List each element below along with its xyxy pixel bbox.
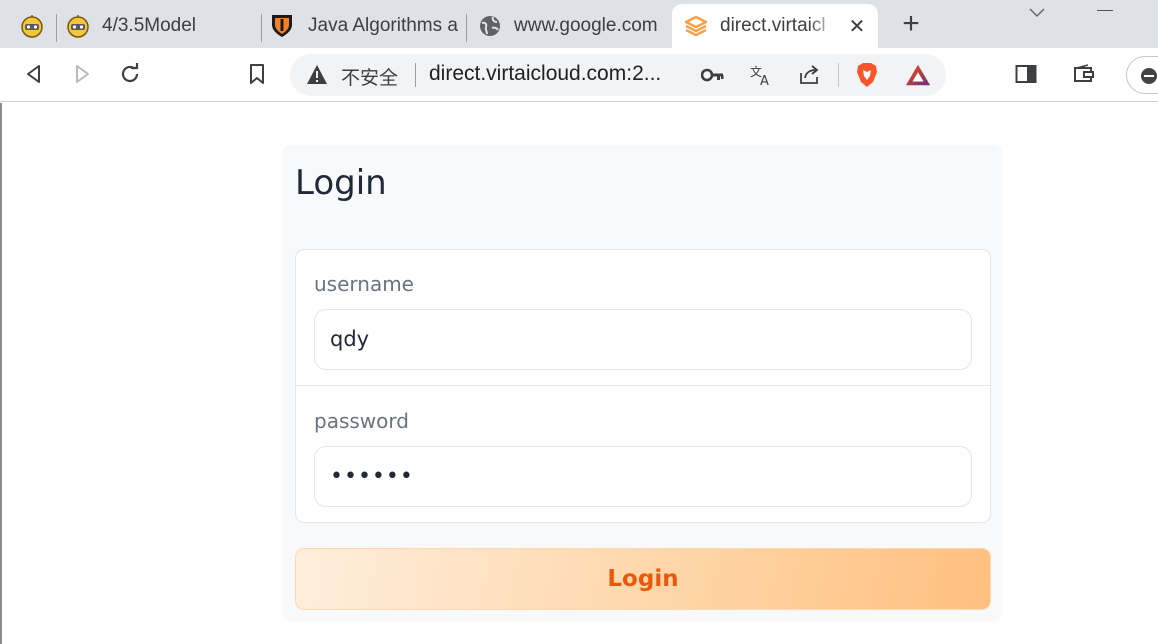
back-button[interactable] (20, 60, 48, 88)
tab-google[interactable]: www.google.com (476, 4, 666, 48)
paused-profile-icon (1141, 68, 1157, 84)
warning-icon[interactable] (306, 64, 328, 86)
tab-label: www.google.com (514, 15, 658, 36)
login-form: username qdy password •••••• (295, 249, 991, 523)
minimize-window-icon[interactable] (1097, 10, 1113, 11)
key-icon[interactable] (700, 62, 726, 88)
omnibox-divider (415, 63, 416, 87)
share-icon[interactable] (796, 62, 822, 88)
url-text[interactable]: direct.virtaicloud.com:2... (429, 62, 699, 86)
robot-favicon-icon (18, 12, 46, 40)
profile-button[interactable] (1126, 56, 1158, 94)
security-status-text[interactable]: 不安全 (341, 63, 398, 90)
browser-toolbar: 不安全 direct.virtaicloud.com:2... 文A (0, 48, 1158, 102)
username-label: username (314, 272, 414, 296)
login-card: Login username qdy password •••••• Login (282, 145, 1002, 621)
tab-divider (261, 14, 262, 42)
page-viewport: Login username qdy password •••••• Login (0, 103, 1158, 644)
password-label: password (314, 409, 409, 433)
tab-label: direct.virtaicl (720, 15, 826, 36)
forward-arrow-icon (76, 65, 89, 83)
login-button[interactable]: Login (295, 548, 991, 610)
brave-rewards-icon[interactable] (905, 62, 931, 88)
omnibox-divider (838, 63, 839, 87)
tab-robot-1[interactable] (18, 4, 54, 48)
globe-icon (476, 12, 504, 40)
password-input[interactable]: •••••• (314, 446, 972, 507)
shield-crest-favicon-icon (268, 12, 296, 40)
translate-icon[interactable]: 文A (748, 62, 774, 88)
bookmark-button[interactable] (243, 60, 271, 88)
robot-favicon-icon (64, 12, 92, 40)
svg-text:A: A (760, 74, 769, 87)
brave-shields-icon[interactable] (854, 62, 880, 88)
tab-divider (466, 14, 467, 42)
tab-label: Java Algorithms a (308, 15, 458, 36)
tab-label: 4/3.5Model (102, 15, 197, 36)
reload-button[interactable] (116, 60, 144, 88)
tab-model[interactable]: 4/3.5Model (64, 4, 260, 48)
password-field-group: password •••••• (296, 387, 990, 523)
address-bar[interactable]: 不安全 direct.virtaicloud.com:2... 文A (290, 54, 946, 96)
tab-search-chevron-icon[interactable] (1028, 4, 1046, 22)
wallet-icon[interactable] (1070, 60, 1098, 88)
page-title: Login (295, 163, 387, 203)
reload-icon (121, 63, 139, 83)
back-arrow-icon (27, 65, 40, 83)
tab-virtaicloud-active[interactable]: direct.virtaicl ✕ (672, 4, 878, 48)
layers-favicon-icon (682, 12, 710, 40)
tab-java-algorithms[interactable]: Java Algorithms a (268, 4, 466, 48)
username-input[interactable]: qdy (314, 309, 972, 370)
tab-strip: 4/3.5Model Java Algorithms a www.google.… (0, 0, 1158, 48)
bookmark-icon (250, 64, 264, 84)
close-tab-icon[interactable]: ✕ (846, 14, 868, 39)
username-field-group: username qdy (296, 250, 990, 386)
new-tab-button[interactable]: + (898, 9, 924, 40)
forward-button[interactable] (68, 60, 96, 88)
sidebar-toggle-icon[interactable] (1012, 60, 1040, 88)
tab-divider (56, 14, 57, 42)
